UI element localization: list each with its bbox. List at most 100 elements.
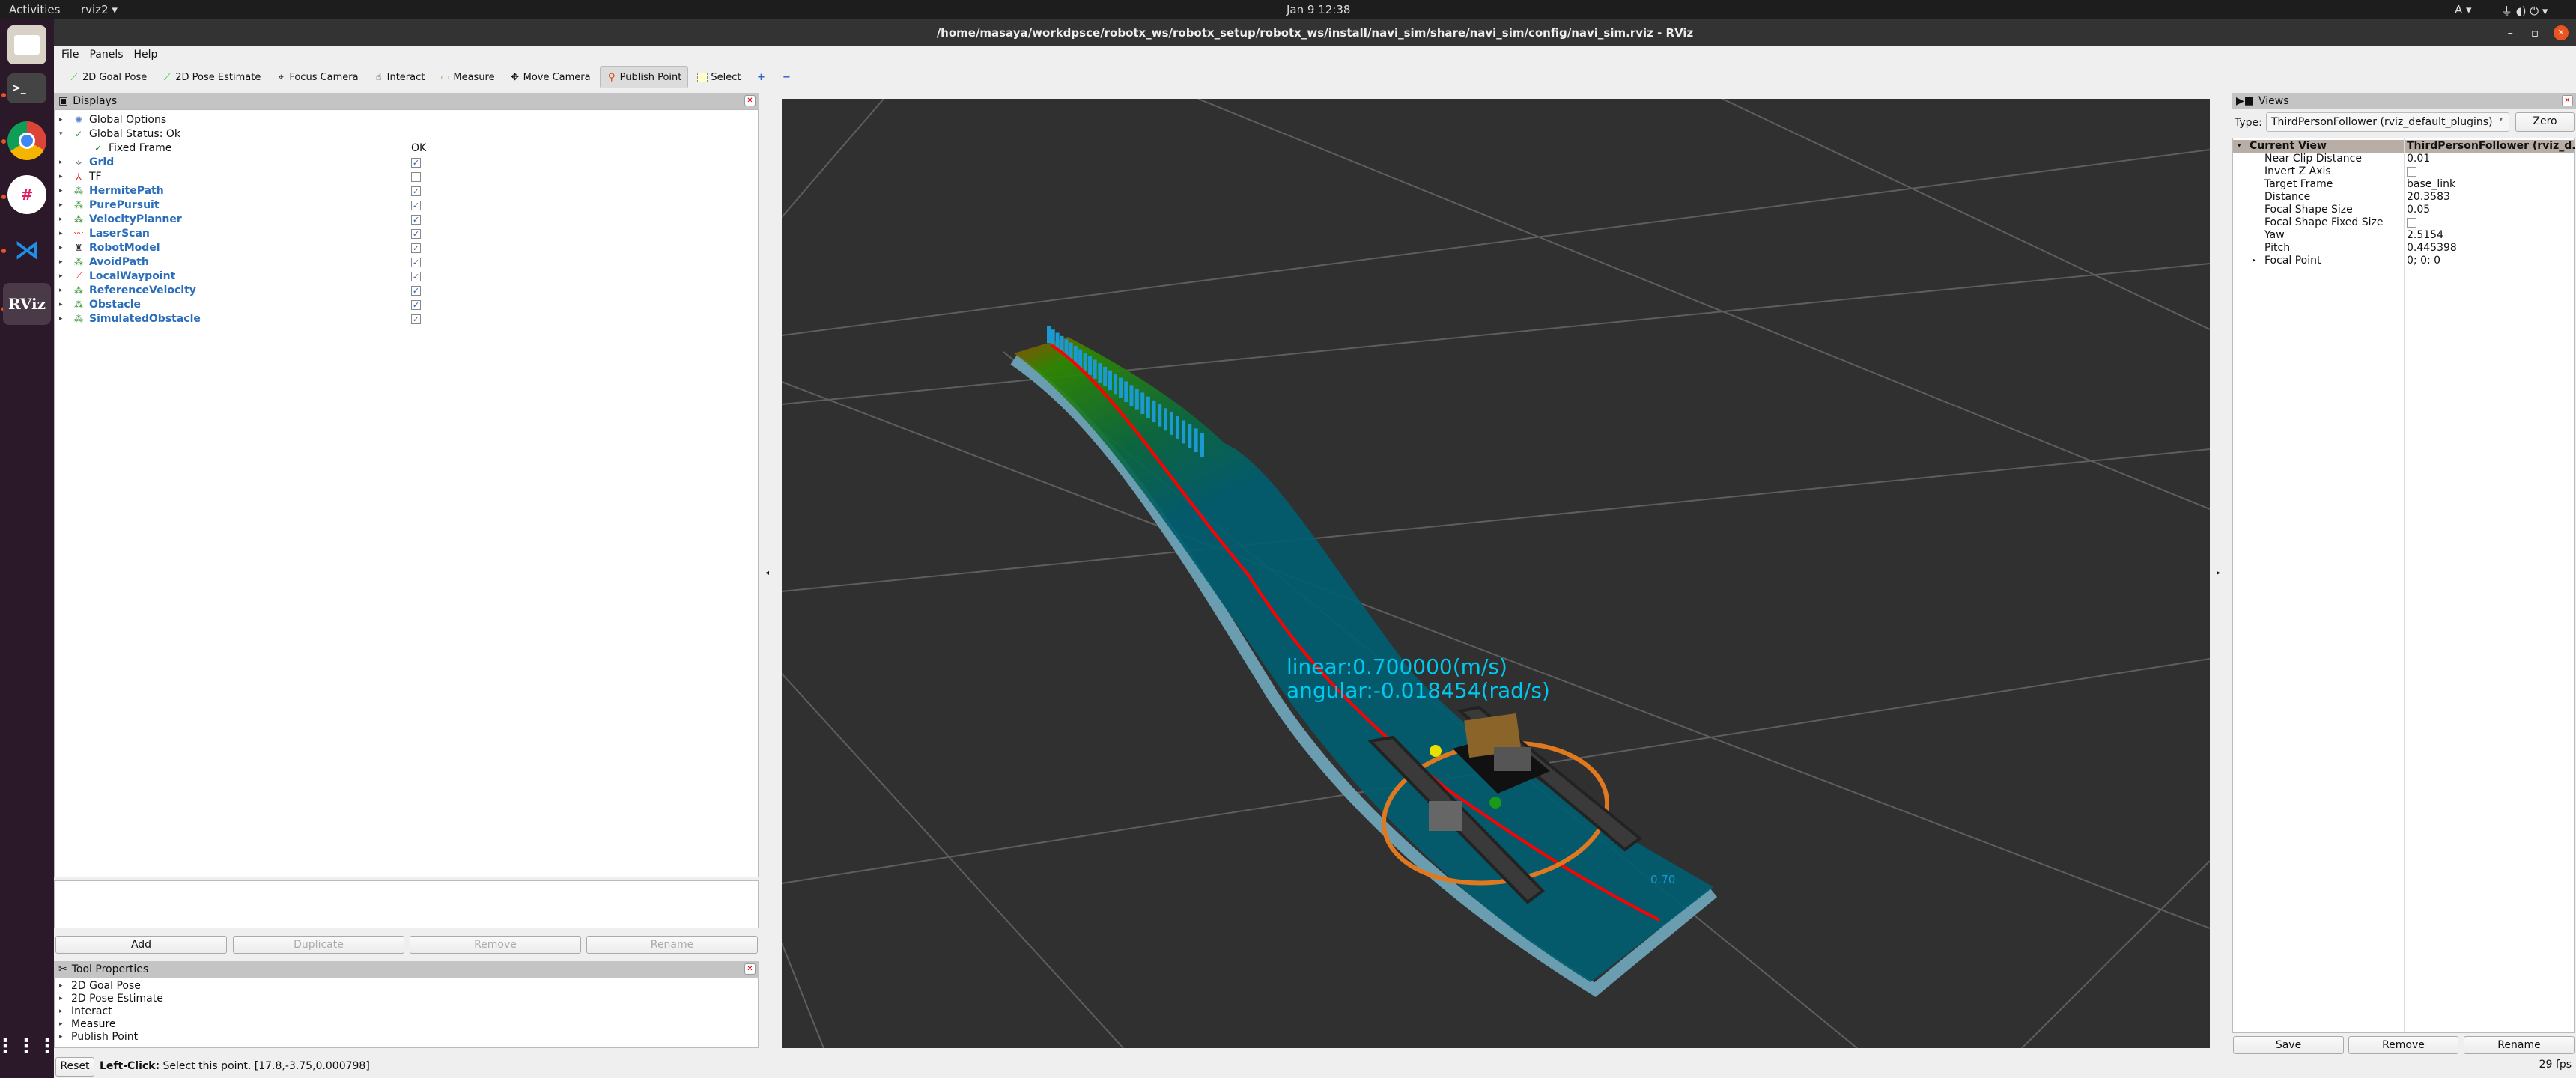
- expand-arrow[interactable]: ▸: [59, 980, 63, 993]
- expand-arrow[interactable]: ▸: [59, 198, 63, 213]
- tool-properties-tree[interactable]: ▸ 2D Goal Pose ▸ 2D Pose Estimate ▸ Interact ▸…: [54, 978, 759, 1048]
- display-item[interactable]: ▸ ⁂ PurePursuit ✓: [55, 198, 758, 213]
- property-checkbox[interactable]: [2407, 167, 2416, 177]
- rename-display-button[interactable]: Rename: [586, 936, 758, 954]
- property-value[interactable]: 20.3583: [2407, 191, 2450, 204]
- close-panel-button[interactable]: ✕: [744, 963, 756, 975]
- display-enabled-checkbox[interactable]: ✓: [411, 258, 421, 267]
- add-tool-button[interactable]: +: [750, 66, 772, 88]
- tool-2d-goal-pose[interactable]: ⟋ 2D Goal Pose: [63, 66, 153, 88]
- expand-arrow[interactable]: ▾: [59, 127, 63, 141]
- display-item[interactable]: ▸ ⁂ ReferenceVelocity ✓: [55, 284, 758, 298]
- views-tree[interactable]: ▾ Current View ThirdPersonFollower (rviz…: [2232, 138, 2576, 1033]
- files-icon[interactable]: [7, 25, 46, 64]
- remove-view-button[interactable]: Remove: [2348, 1036, 2458, 1054]
- expand-arrow[interactable]: ▸: [59, 1005, 63, 1018]
- display-enabled-checkbox[interactable]: ✓: [411, 215, 421, 225]
- expand-arrow[interactable]: ▸: [59, 213, 63, 227]
- expand-arrow[interactable]: ▸: [2253, 255, 2256, 267]
- display-enabled-checkbox[interactable]: ✓: [411, 300, 421, 310]
- expand-arrow[interactable]: ▸: [59, 156, 63, 170]
- display-enabled-checkbox[interactable]: ✓: [411, 158, 421, 168]
- menu-help[interactable]: Help: [134, 46, 158, 63]
- tool-publish-point[interactable]: ⚲ Publish Point: [599, 66, 689, 88]
- view-property[interactable]: Distance 20.3583: [2233, 191, 2574, 204]
- property-value[interactable]: 0.445398: [2407, 242, 2457, 255]
- display-item[interactable]: ▸ ♜ RobotModel ✓: [55, 241, 758, 255]
- display-enabled-checkbox[interactable]: ✓: [411, 243, 421, 253]
- expand-arrow[interactable]: ▸: [59, 241, 63, 255]
- view-property[interactable]: Pitch 0.445398: [2233, 242, 2574, 255]
- expand-arrow[interactable]: ▸: [59, 270, 63, 284]
- expand-arrow[interactable]: ▸: [59, 255, 63, 270]
- menu-file[interactable]: File: [61, 46, 79, 63]
- tool-interact[interactable]: ☝ Interact: [368, 66, 431, 88]
- menu-panels[interactable]: Panels: [89, 46, 123, 63]
- expand-arrow[interactable]: ▸: [59, 184, 63, 198]
- input-method[interactable]: A ▾: [2455, 3, 2472, 16]
- left-splitter-arrow[interactable]: ◂: [765, 569, 769, 577]
- display-enabled-checkbox[interactable]: ✓: [411, 314, 421, 324]
- activities-button[interactable]: Activities: [9, 3, 60, 16]
- display-item[interactable]: ▸ ⟡ Grid ✓: [55, 156, 758, 170]
- close-button[interactable]: ✕: [2554, 25, 2569, 40]
- expand-arrow[interactable]: ▸: [59, 312, 63, 326]
- tool-select[interactable]: Select: [691, 66, 747, 88]
- collapse-arrow[interactable]: ▾: [2238, 140, 2241, 153]
- expand-arrow[interactable]: ▸: [59, 298, 63, 312]
- view-property[interactable]: ▸ Focal Point 0; 0; 0: [2233, 255, 2574, 267]
- display-item[interactable]: ✓ Fixed Frame OK: [55, 141, 758, 156]
- view-property[interactable]: Focal Shape Size 0.05: [2233, 204, 2574, 216]
- add-display-button[interactable]: Add: [55, 936, 227, 954]
- display-item[interactable]: ▸ ⁂ AvoidPath ✓: [55, 255, 758, 270]
- display-enabled-checkbox[interactable]: ✓: [411, 272, 421, 281]
- view-property[interactable]: Near Clip Distance 0.01: [2233, 153, 2574, 165]
- remove-tool-button[interactable]: −: [775, 66, 798, 88]
- duplicate-display-button[interactable]: Duplicate: [233, 936, 404, 954]
- property-value[interactable]: 0.05: [2407, 204, 2430, 216]
- view-type-select[interactable]: ThirdPersonFollower (rviz_default_plugin…: [2266, 112, 2509, 132]
- network-icon[interactable]: ⏚ ◖) ⏻ ▾: [2501, 3, 2548, 19]
- vscode-icon[interactable]: ⋊: [7, 231, 46, 270]
- close-panel-button[interactable]: ✕: [2562, 95, 2573, 106]
- display-item[interactable]: ▸ ⁂ Obstacle ✓: [55, 298, 758, 312]
- property-value[interactable]: 0.01: [2407, 153, 2430, 165]
- display-item[interactable]: ▸ ⁂ VelocityPlanner ✓: [55, 213, 758, 227]
- view-property[interactable]: Invert Z Axis: [2233, 165, 2574, 178]
- terminal-icon[interactable]: >_: [7, 73, 46, 103]
- display-enabled-checkbox[interactable]: ✓: [411, 286, 421, 296]
- show-apps-icon[interactable]: ⋮⋮⋮: [0, 1027, 57, 1066]
- display-enabled-checkbox[interactable]: ✓: [411, 186, 421, 196]
- displays-tree[interactable]: ▸ ✺ Global Options ▾ ✓ Global Status: Ok ✓ Fixe…: [54, 109, 759, 877]
- display-item[interactable]: ▾ ✓ Global Status: Ok: [55, 127, 758, 141]
- expand-arrow[interactable]: ▸: [59, 227, 63, 241]
- display-item[interactable]: ▸ 〰 LaserScan ✓: [55, 227, 758, 241]
- tool-focus-camera[interactable]: ⌖ Focus Camera: [270, 66, 364, 88]
- view-property[interactable]: Target Frame base_link: [2233, 178, 2574, 191]
- display-item[interactable]: ▸ ⅄ TF: [55, 170, 758, 184]
- display-item[interactable]: ▸ ⁂ SimulatedObstacle ✓: [55, 312, 758, 326]
- property-value[interactable]: 2.5154: [2407, 229, 2443, 242]
- tool-measure[interactable]: ▭ Measure: [434, 66, 500, 88]
- slack-icon[interactable]: #: [7, 175, 46, 214]
- tool-move-camera[interactable]: ✥ Move Camera: [504, 66, 597, 88]
- app-menu[interactable]: rviz2 ▾: [81, 3, 118, 16]
- 3d-viewport[interactable]: linear:0.700000(m/s) angular:-0.018454(r…: [782, 99, 2210, 1048]
- expand-arrow[interactable]: ▸: [59, 284, 63, 298]
- close-panel-button[interactable]: ✕: [744, 95, 756, 106]
- remove-display-button[interactable]: Remove: [410, 936, 581, 954]
- save-view-button[interactable]: Save: [2233, 1036, 2344, 1054]
- rename-view-button[interactable]: Rename: [2464, 1036, 2575, 1054]
- display-item[interactable]: ▸ ⁂ HermitePath ✓: [55, 184, 758, 198]
- zero-button[interactable]: Zero: [2515, 112, 2575, 132]
- display-enabled-checkbox[interactable]: [411, 172, 421, 182]
- display-enabled-checkbox[interactable]: ✓: [411, 229, 421, 239]
- clock[interactable]: Jan 9 12:38: [1287, 3, 1350, 16]
- display-item[interactable]: ▸ ✺ Global Options: [55, 113, 758, 127]
- display-enabled-checkbox[interactable]: ✓: [411, 201, 421, 210]
- display-item[interactable]: ▸ ⟋ LocalWaypoint ✓: [55, 270, 758, 284]
- rviz-icon[interactable]: RViz: [3, 283, 51, 325]
- expand-arrow[interactable]: ▸: [59, 170, 63, 184]
- property-checkbox[interactable]: [2407, 218, 2416, 228]
- view-property[interactable]: Focal Shape Fixed Size: [2233, 216, 2574, 229]
